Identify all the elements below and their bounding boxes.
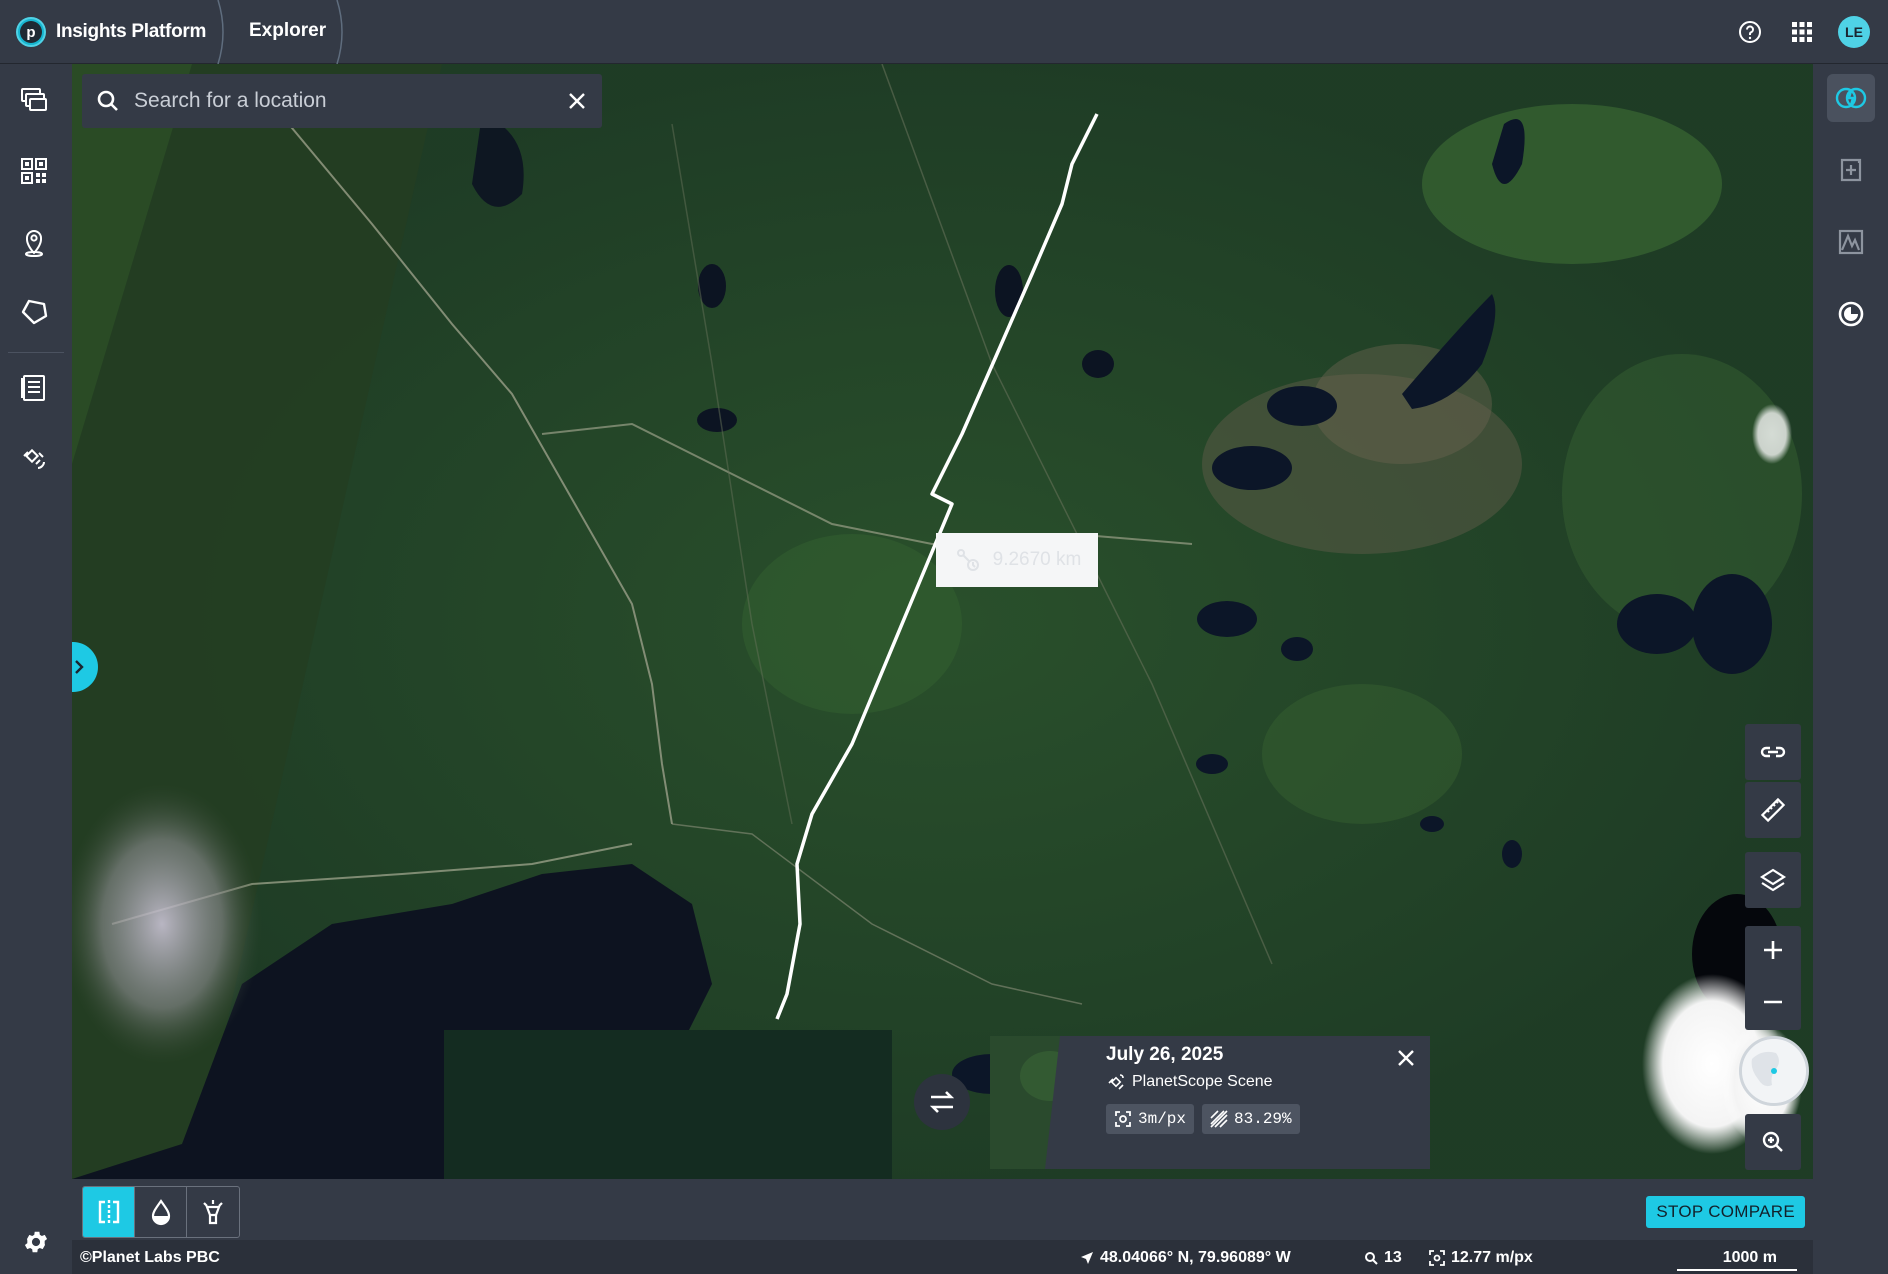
ruler-icon[interactable] xyxy=(1745,782,1801,838)
brand-name: Insights Platform xyxy=(56,21,207,42)
reports-icon[interactable] xyxy=(14,368,54,408)
compare-mode-group xyxy=(82,1186,240,1238)
compare-mask xyxy=(444,1030,892,1179)
map-resolution: 12.77 m/px xyxy=(1429,1249,1533,1267)
stop-compare-button[interactable]: STOP COMPARE xyxy=(1646,1196,1805,1228)
tasking-icon[interactable] xyxy=(14,438,54,478)
search-icon xyxy=(82,74,134,128)
zoom-controls xyxy=(1745,926,1801,1030)
brand[interactable]: p Insights Platform xyxy=(16,16,206,48)
cloud-cover-chip: 83.29% xyxy=(1202,1104,1300,1134)
cloud-cover-icon xyxy=(1210,1110,1228,1128)
zoom-out-icon[interactable] xyxy=(1761,990,1785,1019)
satellite-imagery xyxy=(72,64,1813,1179)
swap-compare-button[interactable] xyxy=(914,1074,970,1130)
user-avatar[interactable]: LE xyxy=(1838,16,1870,48)
status-bar: ©Planet Labs PBC 48.04066° N, 79.96089° … xyxy=(72,1240,1813,1274)
time-icon[interactable] xyxy=(1827,290,1875,338)
attribution[interactable]: ©Planet Labs PBC xyxy=(80,1249,220,1267)
close-icon[interactable] xyxy=(552,74,602,128)
scene-card[interactable]: July 26, 2025 PlanetScope Scene 3m/px 83… xyxy=(990,1036,1430,1169)
bottom-toolbar: STOP COMPARE xyxy=(72,1179,1813,1240)
zoom-level: 13 xyxy=(1364,1249,1402,1267)
resolution-icon xyxy=(1115,1111,1131,1127)
elevation-icon[interactable] xyxy=(1827,218,1875,266)
spotlight-icon[interactable] xyxy=(187,1187,239,1237)
scale-bar: 1000 m xyxy=(1677,1249,1797,1271)
satellite-icon xyxy=(1108,1074,1124,1090)
zoom-search-icon[interactable] xyxy=(1745,1114,1801,1170)
rail-divider xyxy=(8,352,64,353)
measurement-label: 9.2670 km xyxy=(936,533,1098,587)
close-icon[interactable] xyxy=(1392,1044,1420,1072)
add-analysis-icon[interactable] xyxy=(1827,146,1875,194)
zoom-icon xyxy=(1365,1252,1378,1265)
apps-grid-icon[interactable] xyxy=(1786,16,1818,48)
left-rail xyxy=(0,64,72,1274)
map-canvas[interactable]: 9.2670 km July 26, 2025 PlanetScope Scen… xyxy=(72,64,1813,1179)
planet-logo-icon: p xyxy=(16,17,46,47)
zoom-in-icon[interactable] xyxy=(1761,938,1785,967)
search-input[interactable] xyxy=(134,74,552,128)
measurement-distance: 9.2670 km xyxy=(992,549,1082,570)
location-search xyxy=(82,74,602,128)
swipe-compare-icon[interactable] xyxy=(83,1187,135,1237)
compare-icon[interactable] xyxy=(1827,74,1875,122)
scene-type: PlanetScope Scene xyxy=(1132,1073,1273,1090)
globe-icon[interactable] xyxy=(1739,1036,1809,1106)
gear-icon[interactable] xyxy=(16,1222,56,1262)
tab-divider xyxy=(336,0,343,64)
areas-icon[interactable] xyxy=(14,292,54,332)
resolution-chip: 3m/px xyxy=(1106,1104,1195,1134)
location-arrow-icon xyxy=(1081,1252,1093,1264)
resolution-icon xyxy=(1429,1250,1445,1266)
tab-explorer[interactable]: Explorer xyxy=(249,20,326,42)
help-icon[interactable] xyxy=(1734,16,1766,48)
right-rail xyxy=(1813,64,1888,1274)
feeds-icon[interactable] xyxy=(14,80,54,120)
swap-icon xyxy=(929,1091,955,1113)
tab-divider xyxy=(217,0,224,64)
measure-icon xyxy=(956,549,979,571)
places-icon[interactable] xyxy=(14,222,54,262)
layers-icon[interactable] xyxy=(1745,852,1801,908)
opacity-icon[interactable] xyxy=(135,1187,187,1237)
scene-thumbnail xyxy=(990,1036,1090,1169)
link-icon[interactable] xyxy=(1745,724,1801,780)
cursor-coordinates: 48.04066° N, 79.96089° W xyxy=(1080,1249,1291,1267)
dashboard-icon[interactable] xyxy=(14,151,54,191)
top-bar: p Insights Platform Explorer LE xyxy=(0,0,1888,64)
scene-date: July 26, 2025 xyxy=(1106,1044,1224,1065)
